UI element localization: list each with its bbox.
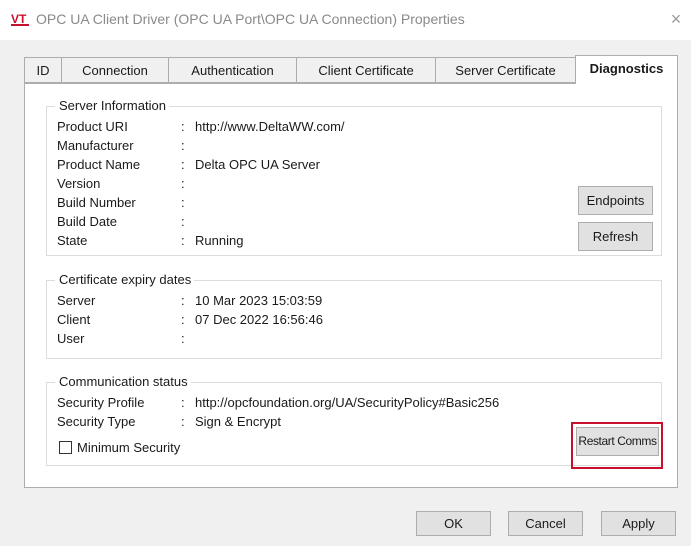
separator-colon: : <box>181 312 185 327</box>
label-build-date: Build Date <box>57 214 117 229</box>
tab-server-certificate[interactable]: Server Certificate <box>435 57 575 83</box>
close-icon[interactable]: × <box>661 4 691 34</box>
label-version: Version <box>57 176 101 191</box>
tab-connection[interactable]: Connection <box>61 57 168 83</box>
separator-colon: : <box>181 176 185 191</box>
separator-colon: : <box>181 138 185 153</box>
restart-comms-button[interactable]: Restart Comms <box>576 427 659 456</box>
label-server: Server <box>57 293 96 308</box>
separator-colon: : <box>181 331 185 346</box>
refresh-button[interactable]: Refresh <box>578 222 653 251</box>
tab-strip: ID Connection Authentication Client Cert… <box>24 55 678 84</box>
value-security-type: Sign & Encrypt <box>195 414 281 429</box>
label-client: Client <box>57 312 91 327</box>
communication-status-group: Communication status Security Profile : … <box>46 374 663 469</box>
label-state: State <box>57 233 88 248</box>
cancel-button[interactable]: Cancel <box>508 511 583 536</box>
separator-colon: : <box>181 293 185 308</box>
label-security-profile: Security Profile <box>57 395 145 410</box>
value-state: Running <box>195 233 244 248</box>
svg-text:VT: VT <box>11 12 27 26</box>
endpoints-button[interactable]: Endpoints <box>578 186 653 215</box>
certificate-expiry-group: Certificate expiry dates Server : 10 Mar… <box>46 272 662 359</box>
label-manufacturer: Manufacturer <box>57 138 134 153</box>
separator-colon: : <box>181 214 185 229</box>
value-product-name: Delta OPC UA Server <box>195 157 320 172</box>
vt-logo-icon: VT <box>11 12 29 26</box>
tab-client-certificate[interactable]: Client Certificate <box>296 57 435 83</box>
tab-id[interactable]: ID <box>24 57 61 83</box>
server-information-group: Server Information Product URI : http://… <box>46 98 662 256</box>
group-title-communication-status: Communication status <box>55 374 191 390</box>
group-title-certificate-expiry: Certificate expiry dates <box>55 272 195 288</box>
separator-colon: : <box>181 157 185 172</box>
separator-colon: : <box>181 395 185 410</box>
window-title: OPC UA Client Driver (OPC UA Port\OPC UA… <box>36 11 465 27</box>
value-client-expiry: 07 Dec 2022 16:56:46 <box>195 312 323 327</box>
tab-diagnostics[interactable]: Diagnostics <box>575 55 678 84</box>
apply-button[interactable]: Apply <box>601 511 676 536</box>
title-bar: VT OPC UA Client Driver (OPC UA Port\OPC… <box>0 0 691 40</box>
separator-colon: : <box>181 119 185 134</box>
group-title-server-information: Server Information <box>55 98 169 114</box>
label-product-name: Product Name <box>57 157 141 172</box>
diagnostics-panel: Server Information Product URI : http://… <box>24 83 678 488</box>
label-user: User <box>57 331 85 346</box>
tab-authentication[interactable]: Authentication <box>168 57 296 83</box>
properties-dialog: VT OPC UA Client Driver (OPC UA Port\OPC… <box>0 0 691 546</box>
ok-button[interactable]: OK <box>416 511 491 536</box>
label-product-uri: Product URI <box>57 119 128 134</box>
label-build-number: Build Number <box>57 195 136 210</box>
minimum-security-label[interactable]: Minimum Security <box>77 440 180 456</box>
value-product-uri: http://www.DeltaWW.com/ <box>195 119 345 134</box>
minimum-security-checkbox[interactable] <box>59 441 72 454</box>
separator-colon: : <box>181 414 185 429</box>
value-security-profile: http://opcfoundation.org/UA/SecurityPoli… <box>195 395 500 410</box>
label-security-type: Security Type <box>57 414 136 429</box>
separator-colon: : <box>181 195 185 210</box>
separator-colon: : <box>181 233 185 248</box>
value-server-expiry: 10 Mar 2023 15:03:59 <box>195 293 323 308</box>
